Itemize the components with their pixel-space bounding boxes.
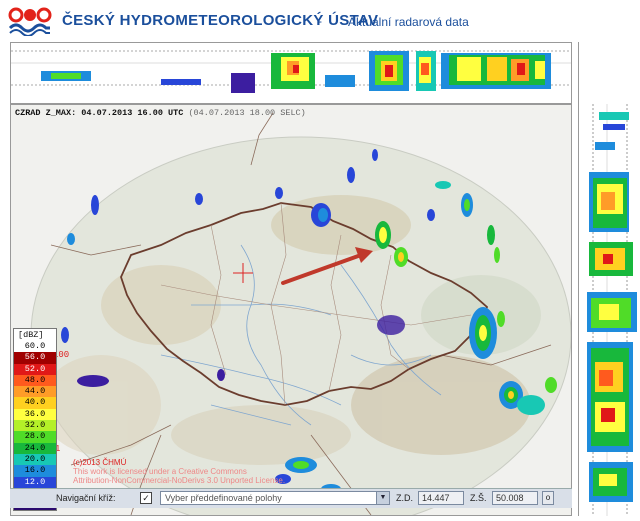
legend-row: 36.0	[13, 408, 57, 421]
latitude-label: Z.Š.	[470, 493, 487, 503]
copyright-line-2[interactable]: This work is licensed under a Creative C…	[73, 467, 333, 476]
legend-row: 28.0	[13, 431, 57, 443]
right-cross-section-plot	[587, 104, 637, 516]
legend-row: 16.0	[13, 465, 57, 477]
copyright-line-1[interactable]: (c)2013 ČHMÚ	[73, 458, 333, 467]
chevron-down-icon[interactable]: ▼	[376, 492, 389, 504]
longitude-label: Z.D.	[396, 493, 413, 503]
navigation-cross-label: Navigační kříž:	[56, 493, 116, 503]
legend-rows: 60.0 56.0 52.0 48.0 44.0 40.0 36.0 32.0 28.0 24.0…	[13, 341, 57, 512]
top-cross-section-plot	[11, 50, 571, 93]
top-cross-section-panel[interactable]	[10, 42, 572, 104]
page-title: Aktuální radarová data	[348, 15, 469, 29]
title-separator: -	[318, 14, 322, 28]
legend-title: [dBZ]	[13, 328, 57, 341]
preset-select-value: Vyber předdefinované polohy	[165, 493, 282, 503]
legend-row: 44.0	[13, 386, 57, 398]
chmi-logo[interactable]	[8, 6, 52, 36]
legend-row: 32.0	[13, 420, 57, 432]
right-cross-section-panel[interactable]	[578, 42, 640, 516]
organization-name[interactable]: ČESKÝ HYDROMETEOROLOGICKÝ ÚSTAV	[62, 12, 378, 29]
map-caption: CZRAD Z_MAX: 04.07.2013 16.00 UTC (04.07…	[15, 108, 306, 118]
caption-local-time: (04.07.2013 18.00 SELC)	[188, 108, 306, 118]
legend-row: 60.0	[13, 341, 57, 353]
longitude-input[interactable]: 14.447	[418, 491, 464, 505]
top-reflectivity-echoes	[41, 51, 551, 93]
legend-row: 20.0	[13, 453, 57, 466]
legend-row: 24.0	[13, 442, 57, 454]
legend-row: 40.0	[13, 397, 57, 409]
caption-product: CZRAD Z_MAX: 04.07.2013 16.00 UTC	[15, 108, 184, 118]
copyright-notice: (c)2013 ČHMÚ This work is licensed under…	[73, 458, 333, 485]
radar-map-panel[interactable]: 100 1 CZRAD Z_MAX: 04.07.2013 16.00 UTC …	[10, 104, 572, 516]
dbz-legend: [dBZ] 60.0 56.0 52.0 48.0 44.0 40.0 36.0 32.0 28…	[13, 328, 57, 512]
preset-location-select[interactable]: Vyber předdefinované polohy ▼	[160, 491, 390, 505]
navigation-cross-checkbox[interactable]: ✓	[140, 492, 152, 504]
legend-row: 52.0	[13, 363, 57, 375]
header: ČESKÝ HYDROMETEOROLOGICKÝ ÚSTAV - Aktuál…	[0, 0, 640, 42]
copyright-line-3[interactable]: Attribution-NonCommercial-NoDerivs 3.0 U…	[73, 476, 333, 485]
latitude-input[interactable]: 50.008	[492, 491, 538, 505]
legend-row: 48.0	[13, 374, 57, 387]
legend-row: 12.0	[13, 476, 57, 488]
go-button[interactable]: o	[542, 491, 554, 505]
legend-row: 56.0	[13, 352, 57, 364]
radar-map[interactable]: 100 1	[11, 105, 571, 515]
navigation-toolbar: Navigační kříž: ✓ Vyber předdefinované p…	[10, 488, 572, 508]
right-reflectivity-echoes	[587, 112, 637, 502]
